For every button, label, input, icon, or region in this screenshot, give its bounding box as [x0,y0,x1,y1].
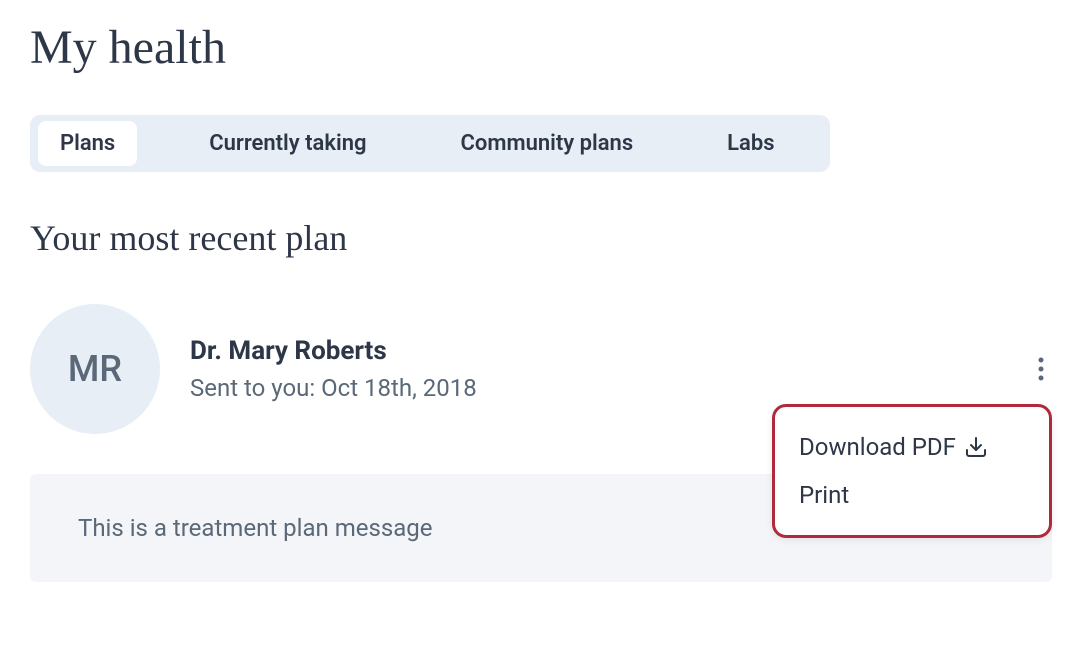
section-title: Your most recent plan [30,217,1052,259]
download-pdf-item[interactable]: Download PDF [799,423,1025,471]
plan-meta: Dr. Mary Roberts Sent to you: Oct 18th, … [190,336,1030,402]
tab-labs[interactable]: Labs [705,121,796,166]
avatar: MR [30,304,160,434]
dropdown-menu: Download PDF Print [772,404,1052,538]
kebab-icon [1038,357,1044,381]
tab-community-plans[interactable]: Community plans [439,121,656,166]
sent-date: Sent to you: Oct 18th, 2018 [190,374,1030,402]
more-options-button[interactable] [1030,349,1052,389]
download-pdf-label: Download PDF [799,433,956,461]
print-item[interactable]: Print [799,471,1025,519]
tab-bar: Plans Currently taking Community plans L… [30,115,830,172]
plan-header: MR Dr. Mary Roberts Sent to you: Oct 18t… [30,304,1052,434]
tab-currently-taking[interactable]: Currently taking [187,121,388,166]
tab-plans[interactable]: Plans [38,121,137,166]
page-title: My health [30,20,1052,75]
doctor-name: Dr. Mary Roberts [190,336,1030,366]
download-icon [964,435,988,459]
print-label: Print [799,481,849,509]
